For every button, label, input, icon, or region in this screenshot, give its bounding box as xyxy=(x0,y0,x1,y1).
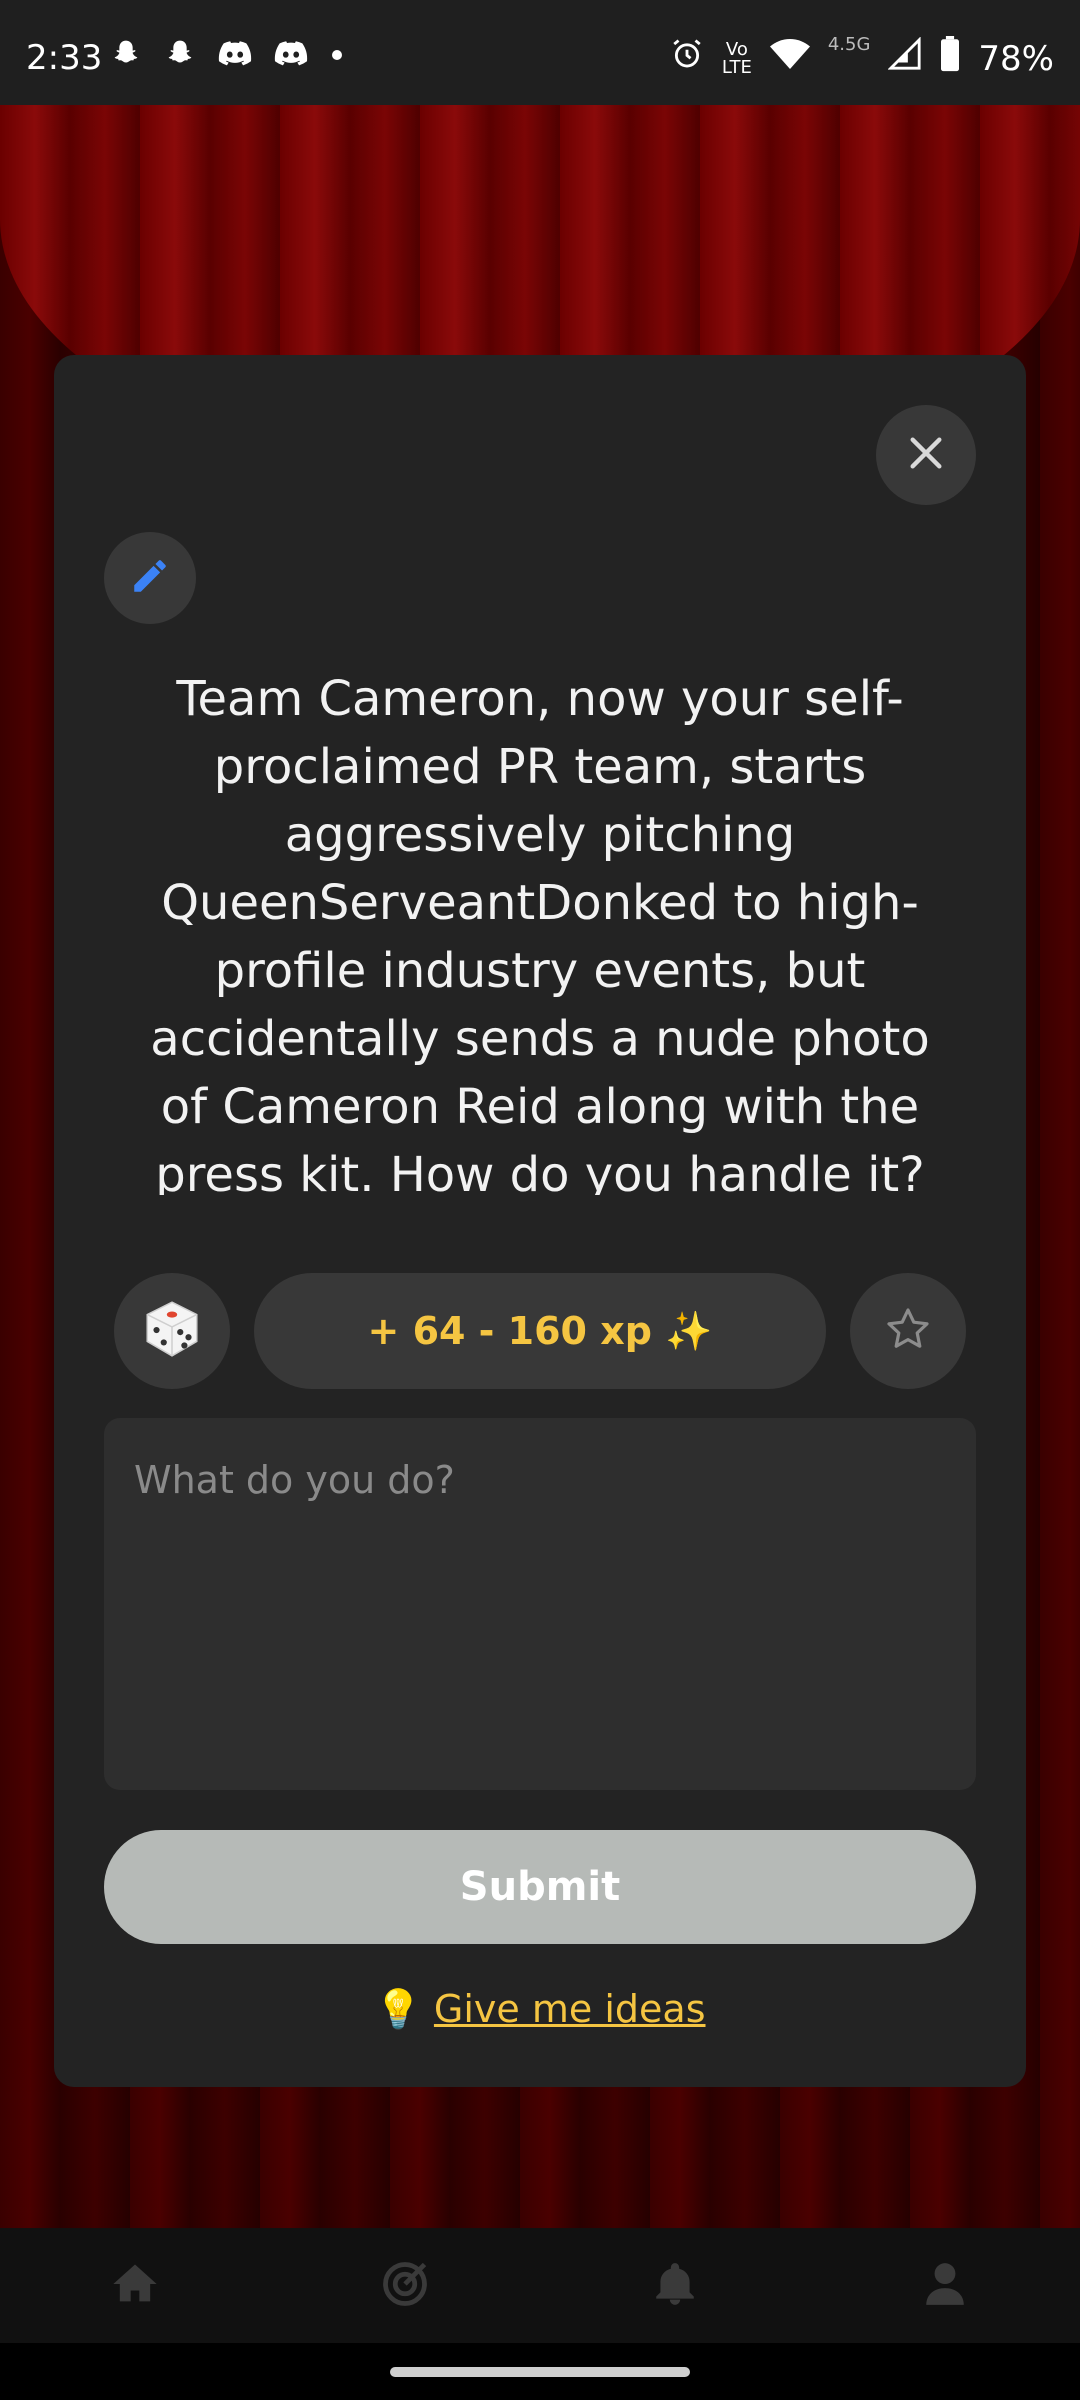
battery-icon xyxy=(940,36,960,81)
home-icon xyxy=(109,2258,161,2314)
gesture-area xyxy=(0,2343,1080,2400)
signal-icon xyxy=(887,36,922,80)
wifi-icon xyxy=(769,38,810,79)
home-gesture-bar[interactable] xyxy=(390,2367,690,2377)
target-icon xyxy=(379,2258,431,2314)
reroll-button[interactable] xyxy=(114,1273,230,1389)
network-speed: 4.5G xyxy=(827,34,871,55)
answer-input[interactable] xyxy=(104,1418,976,1790)
prompt-modal: Team Cameron, now your self-proclaimed P… xyxy=(54,355,1026,2087)
submit-button[interactable]: Submit xyxy=(104,1830,976,1944)
pencil-icon xyxy=(129,555,171,601)
edit-button[interactable] xyxy=(104,532,196,624)
snapchat-icon xyxy=(164,38,196,74)
alarm-icon xyxy=(670,37,704,80)
battery-percent: 78% xyxy=(978,38,1054,79)
dice-icon xyxy=(139,1296,205,1366)
give-ideas-link[interactable]: Give me ideas xyxy=(434,1987,706,2031)
prompt-text: Team Cameron, now your self-proclaimed P… xyxy=(150,671,930,1195)
dot-icon xyxy=(330,47,344,66)
nav-home[interactable] xyxy=(85,2236,185,2336)
give-ideas-row: 💡 Give me ideas xyxy=(54,1987,1026,2032)
status-bar: 2:33 Vo LTE 4.5G 78% xyxy=(0,0,1080,105)
action-row: + 64 - 160 xp ✨ xyxy=(114,1273,966,1389)
lightbulb-icon: 💡 xyxy=(374,1987,422,2031)
close-button[interactable] xyxy=(876,405,976,505)
nav-profile[interactable] xyxy=(895,2236,995,2336)
snapchat-icon xyxy=(110,38,142,74)
discord-icon xyxy=(274,39,308,73)
nav-notifications[interactable] xyxy=(625,2236,725,2336)
volte-label: Vo LTE xyxy=(721,38,752,78)
system-status: Vo LTE 4.5G 78% xyxy=(670,36,1054,81)
favorite-button[interactable] xyxy=(850,1273,966,1389)
status-time: 2:33 xyxy=(26,38,103,78)
xp-reward-badge: + 64 - 160 xp ✨ xyxy=(254,1273,826,1389)
nav-challenges[interactable] xyxy=(355,2236,455,2336)
bell-icon xyxy=(650,2259,700,2313)
bottom-navigation xyxy=(0,2228,1080,2343)
profile-icon xyxy=(920,2259,970,2313)
close-icon xyxy=(906,433,946,477)
notification-icons xyxy=(110,38,344,74)
star-icon xyxy=(884,1305,932,1357)
discord-icon xyxy=(218,39,252,73)
